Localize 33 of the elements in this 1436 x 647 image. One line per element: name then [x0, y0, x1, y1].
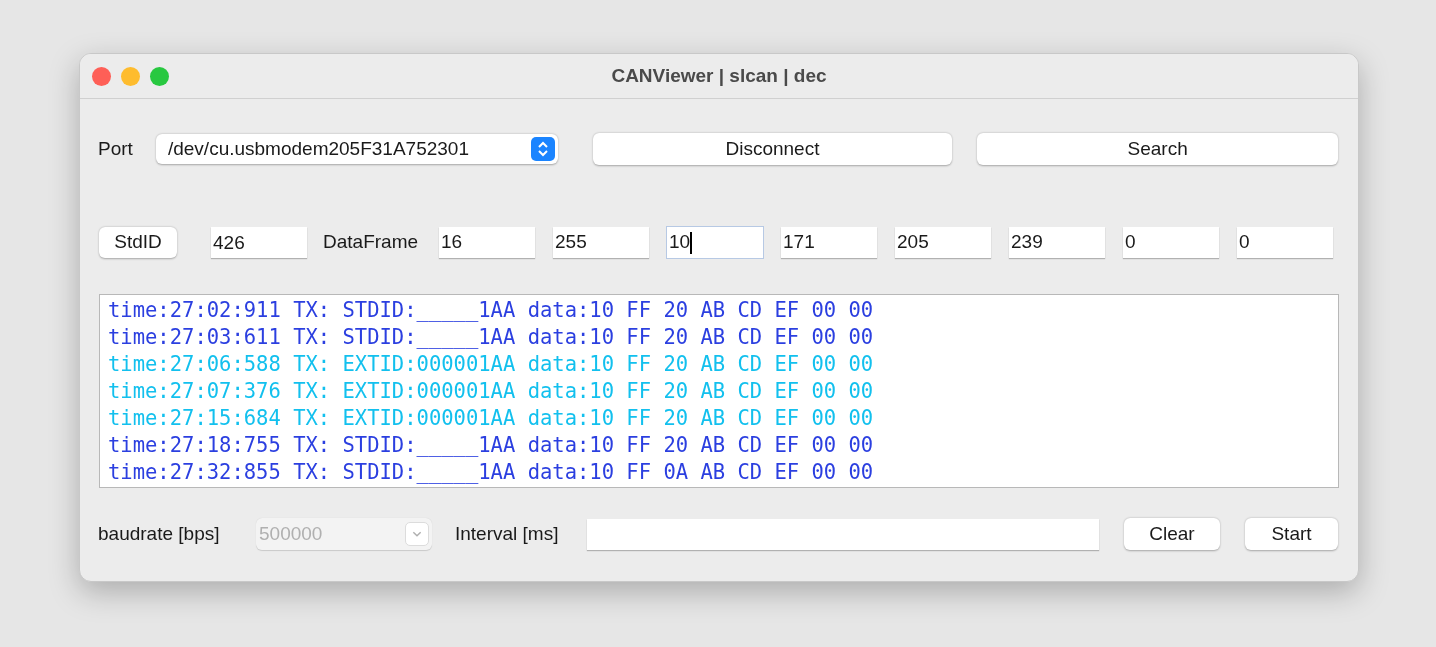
- data-byte-field[interactable]: 255: [553, 227, 649, 258]
- interval-label: Interval [ms]: [455, 521, 560, 546]
- id-field[interactable]: 426: [211, 227, 307, 258]
- stdid-button[interactable]: StdID: [99, 227, 177, 258]
- start-button[interactable]: Start: [1245, 518, 1338, 550]
- close-button[interactable]: [92, 66, 111, 86]
- data-byte-field[interactable]: 16: [439, 227, 535, 258]
- log-line: time:27:07:376 TX: EXTID:000001AA data:10 FF 20 AB CD EF 00 00: [108, 378, 875, 405]
- data-byte-field[interactable]: 239: [1009, 227, 1105, 258]
- stepper-icon: [530, 137, 555, 161]
- port-label: Port: [98, 136, 134, 161]
- data-byte-field[interactable]: 171: [781, 227, 877, 258]
- window-title: CANViewer | slcan | dec: [611, 63, 827, 88]
- log-line: time:27:02:911 TX: STDID:_____1AA data:10 FF 20 AB CD EF 00 00: [108, 297, 875, 324]
- port-dropdown[interactable]: /dev/cu.usbmodem205F31A752301: [155, 134, 558, 164]
- clear-button[interactable]: Clear: [1124, 518, 1220, 550]
- data-byte-field[interactable]: 10: [667, 227, 763, 258]
- data-byte-field[interactable]: 205: [895, 227, 991, 258]
- minimize-button[interactable]: [121, 66, 140, 86]
- log-line: time:27:15:684 TX: EXTID:000001AA data:10 FF 20 AB CD EF 00 00: [108, 405, 875, 432]
- chevron-down-icon: [405, 522, 429, 546]
- disconnect-button[interactable]: Disconnect: [592, 133, 953, 165]
- log-line: time:27:03:611 TX: STDID:_____1AA data:10 FF 20 AB CD EF 00 00: [108, 324, 875, 351]
- baudrate-label: baudrate [bps]: [98, 521, 221, 546]
- log-line: time:27:32:855 TX: STDID:_____1AA data:10 FF 0A AB CD EF 00 00: [108, 459, 875, 486]
- data-byte-field[interactable]: 0: [1123, 227, 1219, 258]
- zoom-button[interactable]: [150, 66, 169, 86]
- data-byte-field[interactable]: 0: [1237, 227, 1333, 258]
- dataframe-label: DataFrame: [323, 230, 420, 255]
- interval-field[interactable]: [587, 518, 1099, 550]
- search-button[interactable]: Search: [977, 133, 1338, 165]
- log-line: time:27:06:588 TX: EXTID:000001AA data:10 FF 20 AB CD EF 00 00: [108, 351, 875, 378]
- log-line: time:27:18:755 TX: STDID:_____1AA data:10 FF 20 AB CD EF 00 00: [108, 432, 875, 459]
